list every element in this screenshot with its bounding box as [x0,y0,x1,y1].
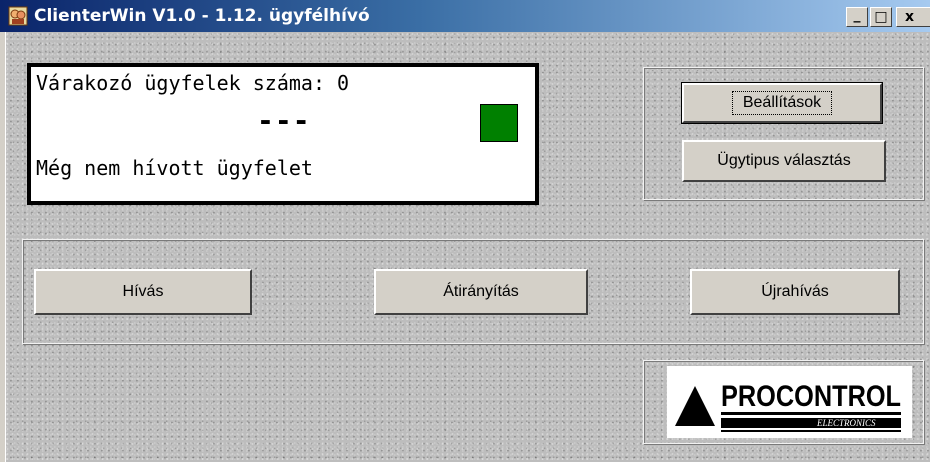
title-bar[interactable]: ClienterWin V1.0 - 1.12. ügyfélhívó _ □ … [0,0,930,32]
status-indicator-light [480,104,518,142]
recall-button-label: Újrahívás [761,283,829,300]
call-button[interactable]: Hívás [34,269,252,315]
minimize-button[interactable]: _ [846,7,868,27]
logo-brand: PROCONTROL [721,380,901,413]
logo-sub: ELECTRONICS [816,418,876,428]
maximize-icon: □ [874,9,888,25]
ticket-type-button-label: Ügytipus választás [717,152,851,169]
settings-button-label: Beállítások [731,91,833,115]
minimize-icon: _ [853,7,861,23]
waiting-clients-count: Várakozó ügyfelek száma: 0 [36,71,350,95]
queue-display-panel: Várakozó ügyfelek száma: 0 --- Még nem h… [27,63,539,205]
redirect-button-label: Átirányítás [443,283,519,300]
clienterwin-window: ClienterWin V1.0 - 1.12. ügyfélhívó _ □ … [0,0,930,462]
settings-button[interactable]: Beállítások [681,82,883,124]
call-status-message: Még nem hívott ügyfelet [36,156,313,180]
redirect-button[interactable]: Átirányítás [374,269,588,315]
client-app-icon[interactable] [8,6,28,26]
call-button-label: Hívás [122,283,164,300]
recall-button[interactable]: Újrahívás [690,269,900,315]
current-ticket-number: --- [257,104,311,137]
close-icon: x [904,9,915,25]
procontrol-logo: PROCONTROL ELECTRONICS [667,366,912,438]
maximize-button[interactable]: □ [870,7,892,27]
ticket-type-select-button[interactable]: Ügytipus választás [682,140,886,182]
close-button[interactable]: x [896,7,930,27]
window-title: ClienterWin V1.0 - 1.12. ügyfélhívó [34,6,370,26]
